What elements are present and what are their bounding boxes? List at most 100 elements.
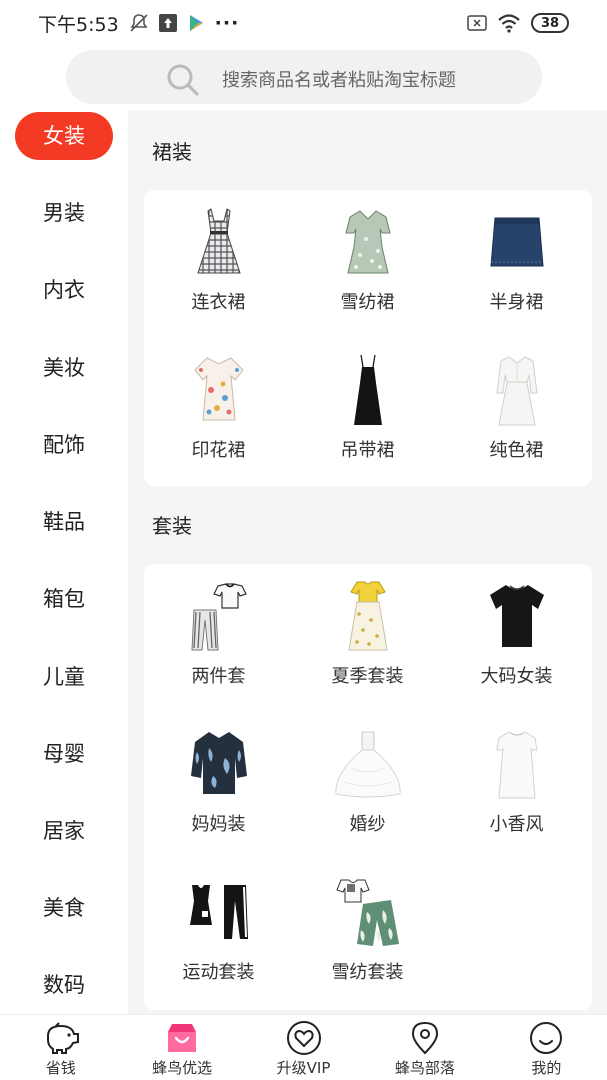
two-piece-icon	[179, 578, 259, 654]
shop-icon	[164, 1021, 200, 1055]
category-item[interactable]: 婚纱	[293, 712, 442, 860]
black-tee-icon	[477, 578, 557, 654]
mom-blouse-icon	[179, 726, 259, 802]
category-item-label: 大码女装	[480, 666, 553, 687]
sidebar-item-label: 儿童	[43, 665, 85, 689]
category-item-label: 雪纺套装	[331, 962, 404, 983]
sidebar-item-xiangbao[interactable]: 箱包	[0, 574, 128, 622]
bell-off-icon	[129, 13, 149, 33]
category-item[interactable]: 小香风	[442, 712, 591, 860]
chiffon-dress-icon	[328, 204, 408, 280]
category-item-label: 印花裙	[191, 440, 246, 461]
nav-item-shengqian[interactable]: 省钱	[0, 1015, 121, 1080]
section-title-taozhuang: 套装	[152, 514, 192, 538]
sidebar-item-ertong[interactable]: 儿童	[0, 652, 128, 700]
sidebar-item-xiepin[interactable]: 鞋品	[0, 497, 128, 545]
category-item-label: 纯色裙	[489, 440, 544, 461]
search-placeholder: 搜索商品名或者粘贴淘宝标题	[222, 70, 456, 91]
section-title-qunzhuang: 裙装	[152, 140, 192, 164]
sidebar-item-label: 内衣	[43, 278, 85, 302]
category-item[interactable]: 纯色裙	[442, 338, 591, 486]
wedding-dress-icon	[328, 726, 408, 802]
category-item[interactable]: 雪纺套装	[293, 860, 442, 1008]
category-item[interactable]: 妈妈装	[144, 712, 293, 860]
category-item[interactable]: 运动套装	[144, 860, 293, 1008]
sidebar-item-peishi[interactable]: 配饰	[0, 420, 128, 468]
category-item[interactable]: 两件套	[144, 564, 293, 712]
category-item-label: 吊带裙	[340, 440, 395, 461]
upload-icon	[158, 14, 177, 32]
category-item[interactable]: 半身裙	[442, 190, 591, 338]
nav-item-label: 升级VIP	[276, 1059, 331, 1077]
sport-set-icon	[179, 874, 259, 950]
nav-item-fengniao-buluo[interactable]: 蜂鸟部落	[364, 1015, 485, 1080]
search-input[interactable]: 搜索商品名或者粘贴淘宝标题	[66, 50, 542, 104]
print-dress-icon	[179, 352, 259, 428]
category-item-label: 小香风	[489, 814, 544, 835]
battery-indicator: 38	[531, 13, 569, 33]
category-item-label: 雪纺裙	[340, 292, 395, 313]
nav-item-label: 省钱	[45, 1059, 76, 1077]
category-item-label: 半身裙	[489, 292, 544, 313]
category-item[interactable]: 雪纺裙	[293, 190, 442, 338]
search-icon	[166, 63, 200, 101]
wifi-icon	[497, 13, 521, 33]
category-item[interactable]: 夏季套装	[293, 564, 442, 712]
status-time: 下午5:53	[38, 13, 119, 36]
denim-skirt-icon	[477, 204, 557, 280]
slip-dress-icon	[328, 352, 408, 428]
category-content: 裙装 连衣裙 雪纺裙 半身裙 印花裙 吊带裙 纯色裙 套装 两件套 夏季套装 大…	[128, 110, 607, 1014]
nav-item-label: 蜂鸟部落	[394, 1059, 455, 1077]
bottom-navigation: 省钱 蜂鸟优选 升级VIP 蜂鸟部落 我的	[0, 1014, 607, 1080]
sidebar-item-nvzhuang[interactable]: 女装	[0, 112, 128, 160]
category-item-label: 妈妈装	[191, 814, 246, 835]
category-item[interactable]: 大码女装	[442, 564, 591, 712]
nav-item-label: 蜂鸟优选	[152, 1059, 213, 1077]
sidebar-item-label: 箱包	[43, 587, 85, 611]
sidebar-item-label: 女装	[15, 112, 113, 160]
play-store-icon	[187, 14, 205, 32]
plaid-dress-icon	[179, 204, 259, 280]
white-shift-dress-icon	[477, 726, 557, 802]
sidebar-item-label: 美食	[43, 896, 85, 920]
more-indicator: ···	[214, 12, 240, 34]
category-item[interactable]: 连衣裙	[144, 190, 293, 338]
sidebar-item-label: 男装	[43, 201, 85, 225]
sidebar-item-label: 配饰	[43, 433, 85, 457]
nav-item-fengniao-youxuan[interactable]: 蜂鸟优选	[121, 1015, 242, 1080]
category-item-label: 婚纱	[349, 814, 386, 835]
section-card-taozhuang: 两件套 夏季套装 大码女装 妈妈装 婚纱 小香风 运动套装 雪纺套装	[144, 564, 592, 1010]
category-item-label: 夏季套装	[331, 666, 404, 687]
nav-item-mine[interactable]: 我的	[486, 1015, 607, 1080]
sidebar-item-label: 数码	[43, 973, 85, 997]
category-item-label: 运动套装	[182, 962, 255, 983]
nav-item-label: 我的	[531, 1059, 562, 1077]
category-sidebar: 女装 男装 内衣 美妆 配饰 鞋品 箱包 儿童 母婴 居家 美食 数码	[0, 110, 128, 1014]
sidebar-item-label: 美妆	[43, 356, 85, 380]
location-pin-icon	[410, 1021, 440, 1055]
category-item[interactable]: 印花裙	[144, 338, 293, 486]
sidebar-item-meishi[interactable]: 美食	[0, 883, 128, 931]
category-item-label: 连衣裙	[191, 292, 246, 313]
category-item[interactable]: 吊带裙	[293, 338, 442, 486]
sidebar-item-muying[interactable]: 母婴	[0, 729, 128, 777]
vip-heart-icon	[286, 1021, 322, 1055]
sim-off-icon	[467, 14, 487, 32]
sidebar-item-jujia[interactable]: 居家	[0, 806, 128, 854]
sidebar-item-nanzhuang[interactable]: 男装	[0, 188, 128, 236]
status-bar: 下午5:53 ··· 38	[0, 0, 607, 46]
sidebar-item-neiyi[interactable]: 内衣	[0, 265, 128, 313]
sidebar-item-label: 居家	[43, 819, 85, 843]
chiffon-set-icon	[328, 874, 408, 950]
section-card-qunzhuang: 连衣裙 雪纺裙 半身裙 印花裙 吊带裙 纯色裙	[144, 190, 592, 486]
white-dress-icon	[477, 352, 557, 428]
sidebar-item-meizhuang[interactable]: 美妆	[0, 343, 128, 391]
search-bar: 搜索商品名或者粘贴淘宝标题	[0, 46, 607, 110]
category-item-label: 两件套	[191, 666, 246, 687]
profile-icon	[529, 1021, 563, 1055]
sidebar-item-shuma[interactable]: 数码	[0, 960, 128, 1008]
nav-item-upgrade-vip[interactable]: 升级VIP	[243, 1015, 364, 1080]
sidebar-item-label: 鞋品	[43, 510, 85, 534]
piggy-bank-icon	[42, 1021, 80, 1055]
sidebar-item-label: 母婴	[43, 742, 85, 766]
